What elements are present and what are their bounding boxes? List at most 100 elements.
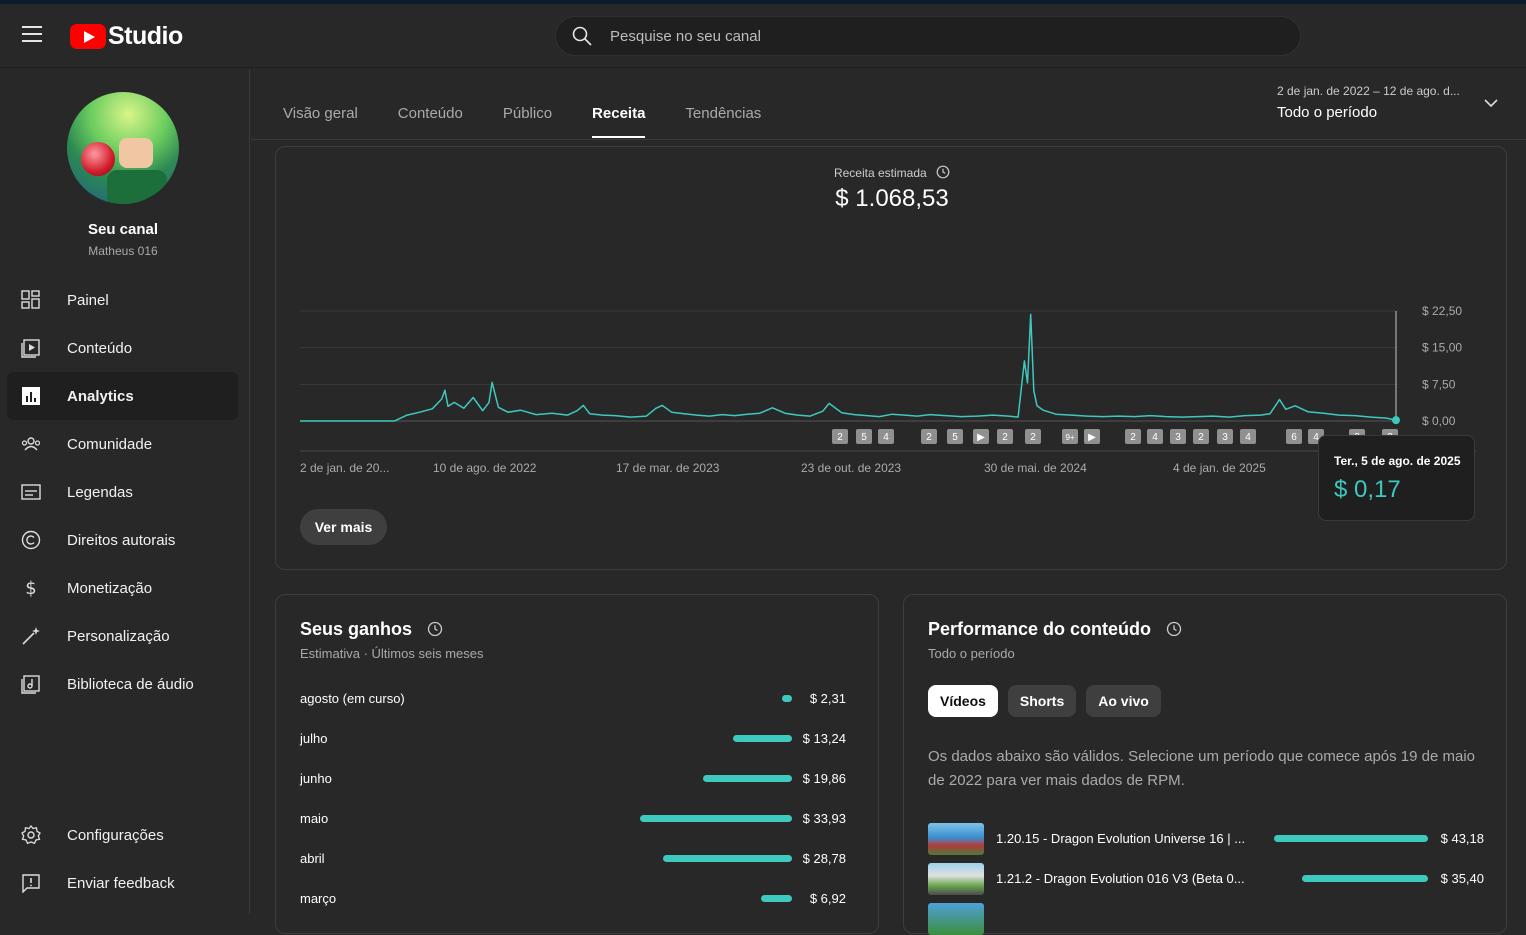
studio-logo[interactable]: Studio: [70, 22, 183, 51]
chip-videos[interactable]: Vídeos: [928, 685, 998, 717]
upload-marker-label: 3: [1175, 432, 1181, 443]
upload-marker-label: 2: [1030, 432, 1036, 443]
search-input[interactable]: [610, 27, 1250, 45]
x-tick-label: 30 de mai. de 2024: [984, 461, 1087, 475]
chip-ao-vivo[interactable]: Ao vivo: [1086, 685, 1161, 717]
upload-marker-label: 5: [952, 432, 958, 443]
y-tick-label: $ 7,50: [1422, 377, 1456, 391]
gear-icon: [21, 825, 41, 845]
earnings-month: agosto (em curso): [300, 691, 405, 706]
tab-publico[interactable]: Público: [503, 105, 552, 138]
sidebar-item-direitos-autorais[interactable]: Direitos autorais: [7, 516, 238, 564]
earnings-bar: [760, 895, 792, 902]
earnings-month: julho: [300, 731, 328, 746]
audio-library-icon: [21, 675, 40, 694]
upload-marker-label: 2: [837, 432, 843, 443]
sidebar-item-label: Legendas: [67, 483, 133, 501]
sidebar-item-conteudo[interactable]: Conteúdo: [7, 324, 238, 372]
video-title: 1.21.2 - Dragon Evolution 016 V3 (Beta 0…: [996, 871, 1245, 886]
earnings-month: maio: [300, 811, 329, 826]
x-tick-label: 2 de jan. de 20...: [300, 461, 389, 475]
upload-marker-label: 2: [1130, 432, 1136, 443]
upload-marker-label: 4: [883, 432, 889, 443]
channel-name: Matheus 016: [88, 244, 158, 258]
earnings-month: março: [300, 891, 337, 906]
sidebar-item-configuracoes[interactable]: Configurações: [7, 811, 238, 859]
svg-text:$: $: [25, 578, 36, 598]
tab-visao-geral[interactable]: Visão geral: [283, 105, 358, 138]
sidebar-item-personalizacao[interactable]: Personalização: [7, 612, 238, 660]
upload-marker-label: ▶: [977, 432, 985, 443]
sidebar-item-label: Personalização: [67, 627, 170, 645]
channel-avatar[interactable]: [67, 92, 179, 204]
avatar-face-shape: [119, 138, 153, 168]
content-type-chips: Vídeos Shorts Ao vivo: [928, 685, 1171, 717]
sidebar-item-analytics[interactable]: Analytics: [7, 372, 238, 420]
video-row[interactable]: [928, 903, 1484, 935]
earnings-card: Seus ganhos Estimativa · Últimos seis me…: [275, 594, 879, 934]
series-line[interactable]: [300, 313, 1397, 422]
y-tick-label: $ 0,00: [1422, 414, 1456, 428]
analytics-icon: [22, 387, 40, 405]
tab-tendencias[interactable]: Tendências: [685, 105, 761, 138]
sidebar-item-label: Comunidade: [67, 435, 153, 453]
clock-icon[interactable]: [427, 621, 443, 637]
analytics-tabs: Visão geral Conteúdo Público Receita Ten…: [283, 105, 801, 138]
earnings-row: agosto (em curso) $ 2,31: [300, 691, 846, 711]
app-header: Studio: [0, 4, 1526, 68]
video-title: 1.20.15 - Dragon Evolution Universe 16 |…: [996, 831, 1246, 846]
sidebar-item-legendas[interactable]: Legendas: [7, 468, 238, 516]
upload-marker-label: 9+: [1065, 433, 1074, 442]
earnings-month: junho: [300, 771, 332, 786]
content-icon: [21, 339, 40, 358]
date-range-picker[interactable]: 2 de jan. de 2022 – 12 de ago. d... Todo…: [1277, 84, 1507, 121]
sidebar-item-monetizacao[interactable]: $ Monetização: [7, 564, 238, 612]
menu-icon[interactable]: [22, 26, 42, 42]
earnings-row: junho $ 19,86: [300, 771, 846, 791]
sidebar-item-label: Direitos autorais: [67, 531, 176, 549]
search-bar[interactable]: [555, 16, 1301, 56]
video-revenue-bar: [1274, 835, 1428, 842]
clock-icon[interactable]: [1166, 621, 1182, 637]
sidebar-item-enviar-feedback[interactable]: Enviar feedback: [7, 859, 238, 907]
x-tick-label: 10 de ago. de 2022: [433, 461, 537, 475]
see-more-button[interactable]: Ver mais: [300, 509, 387, 545]
earnings-row: julho $ 13,24: [300, 731, 846, 751]
tab-receita[interactable]: Receita: [592, 105, 646, 138]
chip-shorts[interactable]: Shorts: [1007, 685, 1077, 717]
date-range-label: Todo o período: [1277, 104, 1378, 121]
upload-marker-label: 5: [861, 432, 867, 443]
video-thumbnail: [928, 863, 984, 895]
upload-marker-label: 4: [1245, 432, 1251, 443]
sidebar-item-label: Biblioteca de áudio: [67, 675, 194, 693]
magic-wand-icon: [22, 627, 40, 645]
sidebar-item-comunidade[interactable]: Comunidade: [7, 420, 238, 468]
date-range-text: 2 de jan. de 2022 – 12 de ago. d...: [1277, 84, 1460, 98]
sidebar-item-label: Enviar feedback: [67, 874, 175, 892]
dashboard-icon: [21, 290, 40, 309]
feedback-icon: [22, 874, 40, 893]
upload-marker-label: 2: [1198, 432, 1204, 443]
video-row[interactable]: 1.21.2 - Dragon Evolution 016 V3 (Beta 0…: [928, 863, 1484, 895]
sidebar-item-biblioteca-audio[interactable]: Biblioteca de áudio: [7, 660, 238, 708]
sidebar-item-painel[interactable]: Painel: [7, 276, 238, 324]
performance-subtitle: Todo o período: [928, 646, 1015, 661]
earnings-value: $ 28,78: [802, 851, 846, 866]
upload-marker-label: 6: [1291, 432, 1297, 443]
tab-conteudo[interactable]: Conteúdo: [398, 105, 463, 138]
subtitles-icon: [21, 484, 41, 500]
tabs-divider: [251, 139, 1526, 140]
earnings-title: Seus ganhos: [300, 619, 413, 639]
earnings-title-row: Seus ganhos: [300, 619, 443, 640]
dollar-icon: $: [25, 578, 36, 598]
tooltip-value: $ 0,17: [1334, 476, 1401, 503]
upload-marker-label: 2: [926, 432, 932, 443]
upload-marker-label: 3: [1222, 432, 1228, 443]
earnings-value: $ 33,93: [802, 811, 846, 826]
video-row[interactable]: 1.20.15 - Dragon Evolution Universe 16 |…: [928, 823, 1484, 855]
x-tick-label: 4 de jan. de 2025: [1173, 461, 1266, 475]
copyright-icon: [21, 530, 41, 550]
earnings-month: abril: [300, 851, 325, 866]
earnings-bar: [732, 735, 792, 742]
earnings-row: março $ 6,92: [300, 891, 846, 911]
